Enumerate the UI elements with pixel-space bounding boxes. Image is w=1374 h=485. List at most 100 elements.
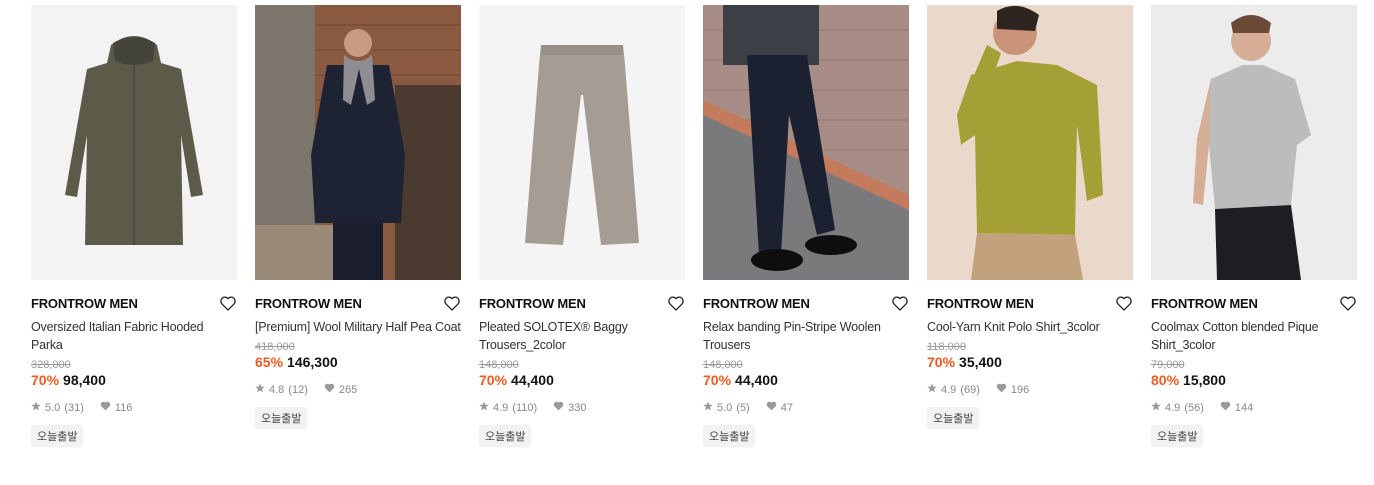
like-count: 330 [568, 401, 587, 414]
sale-price: 44,400 [511, 372, 554, 388]
original-price: 118,000 [927, 341, 966, 353]
price-row: 65% 146,300 [255, 354, 461, 370]
like-count: 116 [114, 401, 133, 414]
price-row: 70% 44,400 [479, 372, 685, 388]
shipping-badge: 오늘출발 [31, 425, 84, 447]
star-icon [927, 383, 937, 396]
heart-filled-icon [1220, 401, 1231, 414]
product-card[interactable]: FRONTROW MEN [Premium] Wool Military Hal… [255, 5, 461, 447]
polo-shirt-image [927, 5, 1133, 280]
heart-filled-icon [553, 401, 564, 414]
rating: 4.9 [1165, 401, 1181, 414]
review-count: (5) [736, 401, 750, 414]
like-count: 265 [338, 383, 358, 396]
product-grid: FRONTROW MEN Oversized Italian Fabric Ho… [31, 5, 1357, 447]
original-price: 148,000 [703, 359, 743, 371]
heart-filled-icon [766, 401, 777, 414]
shipping-badge: 오늘출발 [703, 425, 756, 447]
product-stats: 4.9 (110) 330 [479, 401, 685, 414]
heart-outline-icon[interactable] [443, 294, 461, 312]
original-price: 328,000 [31, 359, 71, 371]
heart-outline-icon[interactable] [891, 294, 909, 312]
review-count: (69) [960, 383, 980, 396]
like-count: 47 [780, 401, 793, 414]
shipping-badge: 오늘출발 [479, 425, 532, 447]
brand-name[interactable]: FRONTROW MEN [255, 296, 362, 311]
price-row: 70% 35,400 [927, 354, 1133, 370]
product-card[interactable]: FRONTROW MEN Relax banding Pin-Stripe Wo… [703, 5, 909, 447]
sale-price: 44,400 [735, 372, 778, 388]
product-stats: 5.0 (31) 116 [31, 401, 237, 414]
product-image[interactable] [1151, 5, 1357, 280]
discount-rate: 70% [703, 372, 732, 388]
sale-price: 98,400 [63, 372, 106, 388]
product-stats: 4.9 (56) 144 [1151, 401, 1357, 414]
discount-rate: 80% [1151, 372, 1180, 388]
rating: 5.0 [45, 401, 61, 414]
product-name[interactable]: Pleated SOLOTEX® Baggy Trousers_2color [479, 318, 685, 354]
product-name[interactable]: Relax banding Pin-Stripe Woolen Trousers [703, 318, 909, 354]
pea-coat-image [255, 5, 461, 280]
product-stats: 4.9 (69) 196 [927, 383, 1133, 396]
price-row: 70% 98,400 [31, 372, 237, 388]
heart-filled-icon [100, 401, 111, 414]
like-count: 144 [1234, 401, 1254, 414]
rating: 4.8 [269, 383, 285, 396]
shipping-badge: 오늘출발 [255, 407, 308, 429]
sale-price: 35,400 [959, 354, 1002, 370]
discount-rate: 70% [927, 354, 956, 370]
sale-price: 146,300 [287, 354, 338, 370]
product-stats: 5.0 (5) 47 [703, 401, 909, 414]
heart-filled-icon [324, 383, 335, 396]
original-price: 79,000 [1151, 359, 1185, 371]
product-stats: 4.8 (12) 265 [255, 383, 461, 396]
heart-filled-icon [996, 383, 1007, 396]
brand-name[interactable]: FRONTROW MEN [479, 296, 586, 311]
rating: 4.9 [941, 383, 957, 396]
star-icon [1151, 401, 1161, 414]
product-card[interactable]: FRONTROW MEN Oversized Italian Fabric Ho… [31, 5, 237, 447]
shipping-badge: 오늘출발 [1151, 425, 1204, 447]
heart-outline-icon[interactable] [1339, 294, 1357, 312]
product-image[interactable] [255, 5, 461, 280]
star-icon [703, 401, 713, 414]
product-name[interactable]: Oversized Italian Fabric Hooded Parka [31, 318, 237, 354]
price-row: 80% 15,800 [1151, 372, 1357, 388]
discount-rate: 70% [479, 372, 508, 388]
product-name[interactable]: Cool-Yarn Knit Polo Shirt_3color [927, 318, 1133, 336]
sale-price: 15,800 [1183, 372, 1226, 388]
original-price: 148,000 [479, 359, 519, 371]
heart-outline-icon[interactable] [219, 294, 237, 312]
product-card[interactable]: FRONTROW MEN Pleated SOLOTEX® Baggy Trou… [479, 5, 685, 447]
product-image[interactable] [703, 5, 909, 280]
brand-name[interactable]: FRONTROW MEN [1151, 296, 1258, 311]
review-count: (12) [288, 383, 308, 396]
discount-rate: 65% [255, 354, 284, 370]
rating: 4.9 [493, 401, 509, 414]
product-card[interactable]: FRONTROW MEN Coolmax Cotton blended Piqu… [1151, 5, 1357, 447]
product-card[interactable]: FRONTROW MEN Cool-Yarn Knit Polo Shirt_3… [927, 5, 1133, 447]
original-price: 418,000 [255, 341, 295, 353]
product-name[interactable]: Coolmax Cotton blended Pique Shirt_3colo… [1151, 318, 1357, 354]
brand-name[interactable]: FRONTROW MEN [927, 296, 1034, 311]
trousers-image [479, 5, 685, 280]
product-image[interactable] [479, 5, 685, 280]
discount-rate: 70% [31, 372, 60, 388]
review-count: (110) [512, 401, 538, 414]
pique-shirt-image [1151, 5, 1357, 280]
price-row: 70% 44,400 [703, 372, 909, 388]
product-image[interactable] [927, 5, 1133, 280]
brand-name[interactable]: FRONTROW MEN [31, 296, 138, 311]
heart-outline-icon[interactable] [1115, 294, 1133, 312]
like-count: 196 [1010, 383, 1030, 396]
pinstripe-trousers-image [703, 5, 909, 280]
star-icon [31, 401, 41, 414]
star-icon [255, 383, 265, 396]
rating: 5.0 [717, 401, 733, 414]
star-icon [479, 401, 489, 414]
product-image[interactable] [31, 5, 237, 280]
brand-name[interactable]: FRONTROW MEN [703, 296, 810, 311]
parka-image [31, 5, 237, 280]
heart-outline-icon[interactable] [667, 294, 685, 312]
product-name[interactable]: [Premium] Wool Military Half Pea Coat [255, 318, 461, 336]
